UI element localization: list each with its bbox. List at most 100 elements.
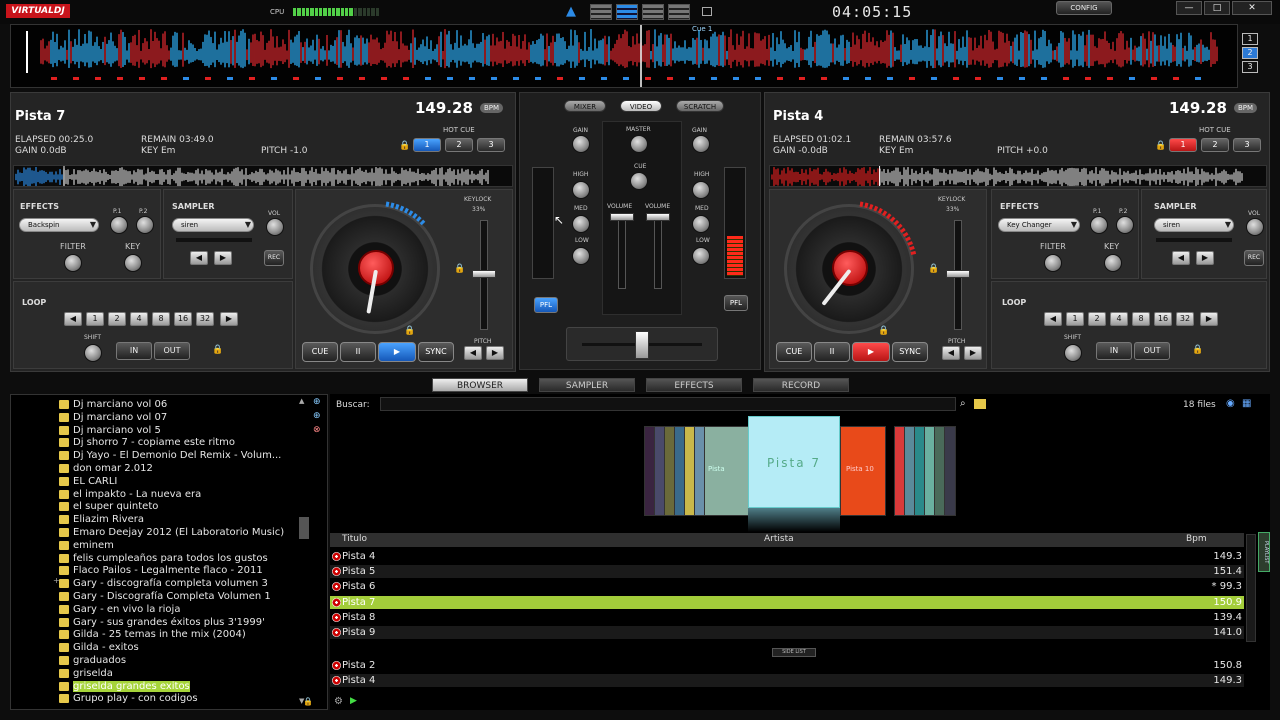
- close-button[interactable]: ✕: [1232, 1, 1272, 15]
- files-view-icon[interactable]: ◉: [1226, 398, 1235, 409]
- folder-item[interactable]: graduados: [59, 654, 126, 667]
- effect-select[interactable]: Backspin: [19, 218, 99, 232]
- jog-lock-icon[interactable]: 🔒: [404, 326, 415, 336]
- loop-double-button[interactable]: ▶: [1200, 312, 1218, 326]
- key-knob[interactable]: [1104, 254, 1122, 272]
- pfl-left-button[interactable]: PFL: [534, 297, 558, 313]
- track-scrollbar[interactable]: [1246, 534, 1256, 642]
- folder-item[interactable]: el super quinteto: [59, 500, 158, 513]
- config-button[interactable]: CONFIG: [1056, 1, 1112, 15]
- folder-icon[interactable]: [974, 399, 986, 409]
- col-bpm[interactable]: Bpm: [1186, 534, 1207, 544]
- master-knob[interactable]: [630, 135, 648, 153]
- table-row[interactable]: Pista 8 139.4: [330, 611, 1244, 624]
- sampler-rec-button[interactable]: REC: [1244, 250, 1264, 266]
- playlist-tab[interactable]: PLAYLIST: [1258, 532, 1270, 572]
- pitch-bend-down[interactable]: ◀: [942, 346, 960, 360]
- med-knob-right[interactable]: [692, 215, 710, 233]
- effect-p1-knob[interactable]: [110, 216, 128, 234]
- shift-knob[interactable]: [84, 344, 102, 362]
- volume-fader-right-thumb[interactable]: [646, 213, 670, 221]
- loop-2-button[interactable]: 2: [1088, 312, 1106, 326]
- table-row[interactable]: Pista 7 150.9: [330, 595, 1244, 609]
- layout-a-icon[interactable]: ▲: [566, 4, 576, 19]
- hot-cue-2[interactable]: 2: [1201, 138, 1229, 152]
- bpm-badge[interactable]: BPM: [1234, 103, 1258, 113]
- sampler-rec-button[interactable]: REC: [264, 250, 284, 266]
- tab-video[interactable]: VIDEO: [620, 100, 662, 112]
- elapsed-time[interactable]: ELAPSED 00:25.0: [15, 135, 93, 145]
- loop-out-button[interactable]: OUT: [154, 342, 190, 360]
- folder-item[interactable]: felis cumpleaños para todos los gustos: [59, 552, 268, 565]
- loop-8-button[interactable]: 8: [1132, 312, 1150, 326]
- loop-16-button[interactable]: 16: [1154, 312, 1172, 326]
- sampler-vol-knob[interactable]: [266, 218, 284, 236]
- loop-1-button[interactable]: 1: [86, 312, 104, 326]
- loop-double-button[interactable]: ▶: [220, 312, 238, 326]
- col-artist[interactable]: Artista: [764, 534, 794, 544]
- side-list-button[interactable]: SIDE LIST: [772, 648, 816, 657]
- loop-16-button[interactable]: 16: [174, 312, 192, 326]
- loop-in-button[interactable]: IN: [1096, 342, 1132, 360]
- cue-mix-knob[interactable]: [630, 172, 648, 190]
- pause-button[interactable]: II: [814, 342, 850, 362]
- med-knob-left[interactable]: [572, 215, 590, 233]
- expand-icon[interactable]: +: [53, 576, 60, 585]
- layout-small-icon[interactable]: [702, 7, 712, 16]
- minimize-button[interactable]: —: [1176, 1, 1202, 15]
- settings-icon[interactable]: ⚙: [334, 696, 343, 707]
- loop-2-button[interactable]: 2: [108, 312, 126, 326]
- pitch-slider-thumb[interactable]: [472, 270, 496, 278]
- loop-1-button[interactable]: 1: [1066, 312, 1084, 326]
- loop-4-button[interactable]: 4: [130, 312, 148, 326]
- folder-item[interactable]: Dj marciano vol 5: [59, 424, 161, 437]
- tab-record[interactable]: RECORD: [753, 378, 849, 392]
- sample-select[interactable]: siren: [172, 218, 254, 232]
- hot-cue-3[interactable]: 3: [1233, 138, 1261, 152]
- tab-mixer[interactable]: MIXER: [564, 100, 606, 112]
- cue-button[interactable]: CUE: [776, 342, 812, 362]
- deck-waveform[interactable]: [13, 165, 513, 187]
- folder-item[interactable]: Flaco Pailos - Legalmente flaco - 2011: [59, 564, 263, 577]
- lock-icon[interactable]: 🔒: [1155, 141, 1166, 151]
- table-row[interactable]: Pista 5 151.4: [330, 565, 1244, 579]
- folder-item[interactable]: Grupo play - con codigos: [59, 692, 198, 705]
- hot-cue-1[interactable]: 1: [1169, 138, 1197, 152]
- folder-item[interactable]: griselda grandes exitos: [59, 680, 190, 693]
- deck-select-3[interactable]: 3: [1242, 61, 1258, 73]
- gain-knob-left[interactable]: [572, 135, 590, 153]
- folder-item[interactable]: Dj shorro 7 - copiame este ritmo: [59, 436, 235, 449]
- crossfader-thumb[interactable]: [635, 331, 649, 359]
- remain-time[interactable]: REMAIN 03:49.0: [141, 135, 214, 145]
- folder-item[interactable]: Gary - en vivo la rioja: [59, 603, 180, 616]
- pitch-bend-up[interactable]: ▶: [964, 346, 982, 360]
- loop-32-button[interactable]: 32: [196, 312, 214, 326]
- folder-item[interactable]: eminem: [59, 539, 114, 552]
- remove-folder-icon[interactable]: ⊗: [313, 425, 321, 435]
- hot-cue-1[interactable]: 1: [413, 138, 441, 152]
- tab-scratch[interactable]: SCRATCH: [676, 100, 724, 112]
- effect-p1-knob[interactable]: [1090, 216, 1108, 234]
- deck-select-1[interactable]: 1: [1242, 33, 1258, 45]
- play-button[interactable]: ▶: [852, 342, 890, 362]
- folder-item[interactable]: griselda: [59, 667, 113, 680]
- sync-button[interactable]: SYNC: [892, 342, 928, 362]
- folder-item[interactable]: el impakto - La nueva era: [59, 488, 201, 501]
- deck-waveform[interactable]: [769, 165, 1267, 187]
- hot-cue-2[interactable]: 2: [445, 138, 473, 152]
- filter-knob[interactable]: [1044, 254, 1062, 272]
- pitch-lock-icon[interactable]: 🔒: [454, 264, 465, 274]
- tab-browser[interactable]: BROWSER: [432, 378, 528, 392]
- jog-lock-icon[interactable]: 🔒: [878, 326, 889, 336]
- folder-item[interactable]: Dj marciano vol 07: [59, 411, 167, 424]
- volume-fader-left[interactable]: [618, 217, 626, 289]
- coverflow-center-cover[interactable]: Pista 7: [748, 416, 840, 508]
- loop-out-button[interactable]: OUT: [1134, 342, 1170, 360]
- pitch-lock-icon[interactable]: 🔒: [928, 264, 939, 274]
- table-row[interactable]: Pista 6 * 99.3: [330, 580, 1244, 593]
- sampler-play-button[interactable]: ▶: [214, 251, 232, 265]
- search-input[interactable]: [380, 397, 956, 411]
- play-preview-icon[interactable]: ▶: [350, 696, 357, 706]
- folder-item[interactable]: Gilda - 25 temas in the mix (2004): [59, 628, 246, 641]
- layout-browser-icon[interactable]: [668, 4, 690, 20]
